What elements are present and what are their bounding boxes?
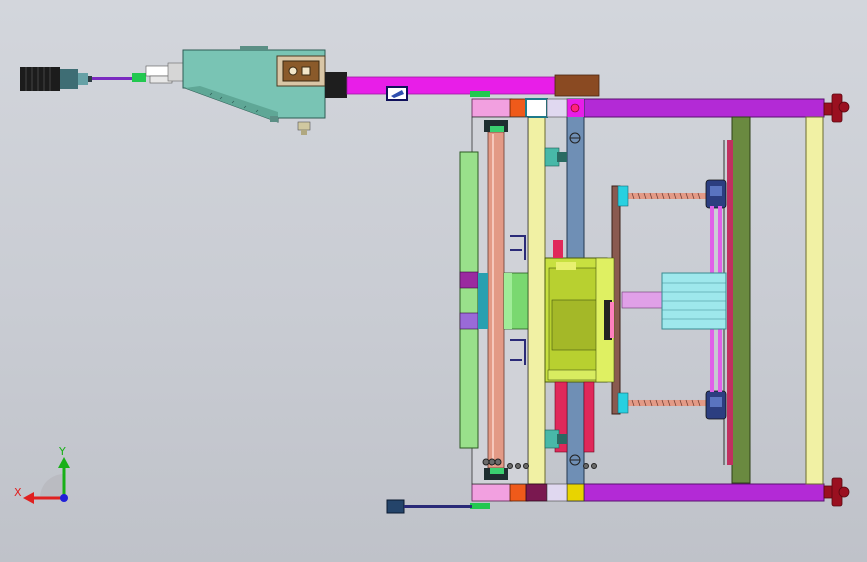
guide-rod-lower xyxy=(617,390,727,420)
ram-end-cap xyxy=(554,74,600,97)
tie-bar-top xyxy=(583,98,825,118)
drive-shaft xyxy=(92,77,134,80)
olive-plate xyxy=(731,116,751,484)
rear-platen xyxy=(805,116,824,485)
green-side-plate xyxy=(459,151,479,449)
triad-y-label: Y xyxy=(58,445,66,458)
triad-x-label: X xyxy=(14,486,22,499)
stationary-platen xyxy=(527,116,546,485)
motor-assembly xyxy=(20,62,184,91)
handwheel-bottom xyxy=(823,477,850,507)
cad-viewport[interactable]: Y X xyxy=(0,0,867,562)
mold-core xyxy=(544,257,615,383)
sensor-cable xyxy=(386,499,472,514)
ram-rod xyxy=(325,72,600,101)
triad-axis-icon: Y X xyxy=(14,445,70,504)
hydraulic-cylinder xyxy=(621,272,727,330)
guide-rod-upper xyxy=(617,179,727,209)
handwheel-top xyxy=(823,93,850,123)
carriage-housing xyxy=(182,46,326,135)
tie-bar-bottom xyxy=(583,483,825,502)
shaft-coupling xyxy=(132,73,146,82)
motor-flange xyxy=(60,69,78,89)
